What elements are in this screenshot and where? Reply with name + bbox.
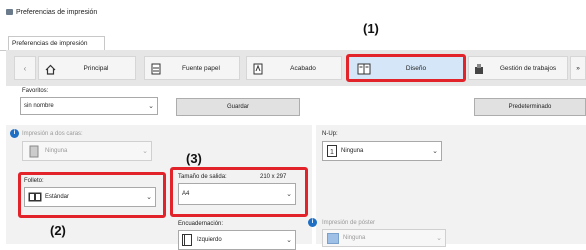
nup-value: Ninguna [341,148,364,154]
poster-select[interactable]: Ninguna ⌄ [322,229,446,247]
info-icon: i [10,129,19,138]
printer-icon [6,9,13,15]
default-button[interactable]: Predeterminado [474,98,586,116]
favorites-value: sin nombre [24,103,54,109]
nav-fuente-papel-label: Fuente papel [182,65,220,72]
binding-label: Encuadernación: [178,221,224,227]
nup-icon: 1 [327,145,337,159]
nav-gestion-trabajos-label: Gestión de trabajos [499,65,557,72]
chevron-down-icon: ⌄ [148,103,154,110]
window-title: Preferencias de impresión [16,9,98,16]
poster-label: Impresión de póster [322,220,376,226]
more-nav-button[interactable]: » [570,56,586,80]
favorites-label: Favoritos: [22,88,49,94]
save-button[interactable]: Guardar [176,98,300,116]
nup-label: N-Up: [322,131,338,137]
binding-left-icon [182,234,192,248]
nav-principal[interactable]: Principal [38,56,136,80]
duplex-value: Ninguna [45,148,68,154]
nav-fuente-papel[interactable]: Fuente papel [144,56,240,80]
svg-text:1: 1 [330,149,334,156]
nav-acabado-label: Acabado [290,65,316,72]
binding-select[interactable]: Izquierdo ⌄ [178,230,296,250]
callout-1: (1) [363,21,379,36]
highlight-box-2 [18,172,166,218]
duplex-icon [29,145,39,160]
nup-select[interactable]: 1 Ninguna ⌄ [322,141,442,161]
poster-icon [327,233,339,246]
back-button[interactable]: ‹ [14,56,36,80]
info-icon: i [308,218,317,227]
binding-value: Izquierdo [197,237,222,243]
tab-print-preferences[interactable]: Preferencias de impresión [8,36,105,51]
nav-principal-label: Principal [83,65,109,72]
callout-3: (3) [186,151,202,166]
chevron-down-icon: ⌄ [286,237,292,244]
highlight-box-1 [346,54,466,82]
duplex-label: Impresión a dos caras: [22,131,83,137]
nav-gestion-trabajos[interactable]: Gestión de trabajos [468,56,568,80]
favorites-select[interactable]: sin nombre ⌄ [20,97,158,115]
chevron-left-icon: ‹ [23,64,27,73]
double-chevron-right-icon: » [576,65,580,72]
callout-2: (2) [50,223,66,238]
poster-value: Ninguna [343,235,366,241]
chevron-down-icon: ⌄ [436,235,442,242]
chevron-down-icon: ⌄ [432,148,438,155]
duplex-select[interactable]: Ninguna ⌄ [22,141,152,161]
chevron-down-icon: ⌄ [142,148,148,155]
nav-acabado[interactable]: Acabado [246,56,342,80]
highlight-box-3 [170,167,308,217]
